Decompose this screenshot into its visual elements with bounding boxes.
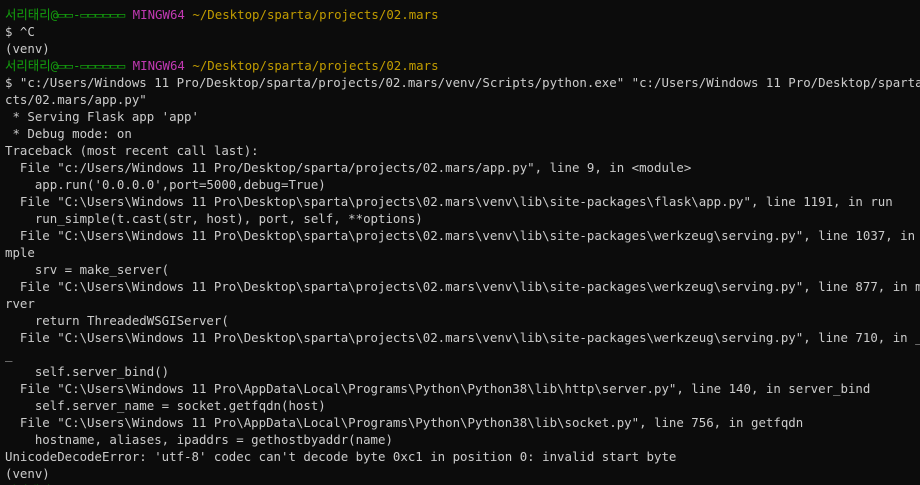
traceback-line: File "C:\Users\Windows 11 Pro\Desktop\sp… bbox=[5, 194, 893, 209]
prompt-line: 서리태리@▭▭-▭▭▭▭▭▭ MINGW64 ~/Desktop/sparta/… bbox=[5, 57, 920, 74]
prompt-env: MINGW64 bbox=[132, 58, 185, 73]
output-line: * Serving Flask app 'app' bbox=[5, 109, 199, 124]
command-line: cts/02.mars/app.py" bbox=[5, 92, 147, 107]
error-line: UnicodeDecodeError: 'utf-8' codec can't … bbox=[5, 449, 677, 464]
prompt-user: 서리태리@▭▭-▭▭▭▭▭▭ bbox=[5, 58, 126, 73]
traceback-line: File "C:\Users\Windows 11 Pro\Desktop\sp… bbox=[5, 330, 920, 345]
output-line: * Debug mode: on bbox=[5, 126, 132, 141]
traceback-line: File "C:\Users\Windows 11 Pro\Desktop\sp… bbox=[5, 279, 920, 294]
terminal-window[interactable]: 서리태리@▭▭-▭▭▭▭▭▭ MINGW64 ~/Desktop/sparta/… bbox=[0, 0, 920, 485]
prompt-path: ~/Desktop/sparta/projects/02.mars bbox=[192, 7, 439, 22]
traceback-line: File "C:\Users\Windows 11 Pro\AppData\Lo… bbox=[5, 381, 871, 396]
traceback-line: _ bbox=[5, 347, 13, 362]
traceback-line: return ThreadedWSGIServer( bbox=[5, 313, 229, 328]
traceback-line: File "C:\Users\Windows 11 Pro\Desktop\sp… bbox=[5, 228, 920, 243]
traceback-line: self.server_bind() bbox=[5, 364, 170, 379]
traceback-line: self.server_name = socket.getfqdn(host) bbox=[5, 398, 326, 413]
traceback-line: Traceback (most recent call last): bbox=[5, 143, 259, 158]
output-line: (venv) bbox=[5, 41, 50, 56]
traceback-line: run_simple(t.cast(str, host), port, self… bbox=[5, 211, 423, 226]
traceback-line: hostname, aliases, ipaddrs = gethostbyad… bbox=[5, 432, 393, 447]
traceback-line: srv = make_server( bbox=[5, 262, 170, 277]
output-line: $ ^C bbox=[5, 24, 35, 39]
traceback-line: mple bbox=[5, 245, 35, 260]
output-line: (venv) bbox=[5, 466, 50, 481]
traceback-line: File "c:/Users/Windows 11 Pro/Desktop/sp… bbox=[5, 160, 692, 175]
traceback-line: File "C:\Users\Windows 11 Pro\AppData\Lo… bbox=[5, 415, 804, 430]
traceback-line: app.run('0.0.0.0',port=5000,debug=True) bbox=[5, 177, 326, 192]
prompt-user: 서리태리@▭▭-▭▭▭▭▭▭ bbox=[5, 7, 126, 22]
command-line: $ "c:/Users/Windows 11 Pro/Desktop/spart… bbox=[5, 75, 920, 90]
prompt-env: MINGW64 bbox=[132, 7, 185, 22]
prompt-path: ~/Desktop/sparta/projects/02.mars bbox=[192, 58, 439, 73]
traceback-line: rver bbox=[5, 296, 35, 311]
prompt-line: 서리태리@▭▭-▭▭▭▭▭▭ MINGW64 ~/Desktop/sparta/… bbox=[5, 6, 920, 23]
